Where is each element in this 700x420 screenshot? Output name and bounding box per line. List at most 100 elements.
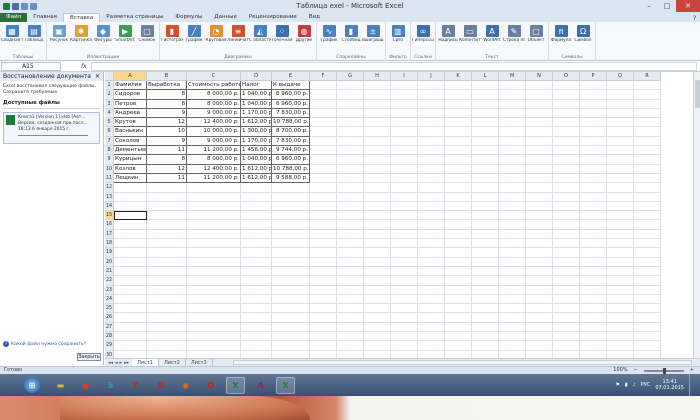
cell-h25[interactable] [364,304,391,314]
cell-a21[interactable] [114,266,147,277]
cell-p25[interactable] [580,304,607,314]
cell-n19[interactable] [526,248,553,258]
cell-h18[interactable] [364,239,391,249]
cell-d2[interactable]: 1 040,00 р. [241,90,272,100]
cell-l20[interactable] [472,257,499,267]
cell-d29[interactable] [241,341,272,351]
cell-g7[interactable] [337,136,364,147]
cell-k20[interactable] [445,257,472,267]
cell-f4[interactable] [310,108,337,119]
cell-l9[interactable] [472,155,499,165]
cell-a5[interactable]: Крутов [114,118,147,128]
cell-g29[interactable] [337,341,364,351]
cell-a13[interactable] [114,192,147,202]
cell-o3[interactable] [553,99,580,109]
cell-k10[interactable] [445,164,472,174]
cell-r30[interactable] [634,350,661,358]
column-header-m[interactable]: M [499,72,526,81]
cell-b8[interactable]: 11 [147,146,187,156]
clock[interactable]: 13:41 07.01.2015 [655,379,684,391]
row-header[interactable]: 21 [105,266,114,277]
cell-f14[interactable] [310,201,337,212]
cell-p27[interactable] [580,322,607,333]
cell-p23[interactable] [580,285,607,295]
cell-l3[interactable] [472,99,499,109]
cell-a6[interactable]: Васнькин [114,127,147,137]
cell-e30[interactable] [272,350,310,358]
cell-l8[interactable] [472,146,499,156]
cell-n5[interactable] [526,118,553,128]
cell-h16[interactable] [364,220,391,230]
cell-e29[interactable] [272,341,310,351]
cell-h6[interactable] [364,127,391,137]
cell-g1[interactable] [337,81,364,91]
row-header[interactable]: 25 [105,304,114,314]
cell-m16[interactable] [499,220,526,230]
row-header[interactable]: 14 [105,201,114,212]
cell-p29[interactable] [580,341,607,351]
cell-m28[interactable] [499,332,526,342]
cell-q7[interactable] [607,136,634,147]
cell-e4[interactable]: 7 830,00 р. [272,108,310,119]
row-header[interactable]: 4 [105,108,114,119]
cell-h3[interactable] [364,99,391,109]
cell-d20[interactable] [241,257,272,267]
cell-e28[interactable] [272,332,310,342]
cell-q14[interactable] [607,201,634,212]
cell-o8[interactable] [553,146,580,156]
excel-task-app-icon[interactable]: X [226,376,245,394]
cell-p9[interactable] [580,155,607,165]
column-header-i[interactable]: I [391,72,418,81]
show-desktop-button[interactable] [689,374,694,396]
cell-a1[interactable]: Фамилия [114,81,147,91]
cell-m21[interactable] [499,266,526,277]
cell-q19[interactable] [607,248,634,258]
cell-j12[interactable] [418,183,445,193]
cell-c10[interactable]: 12 400,00 р. [187,164,241,174]
help-icon[interactable]: ? [693,15,700,22]
cell-m25[interactable] [499,304,526,314]
network-icon[interactable]: ▮ [625,382,628,388]
cell-l11[interactable] [472,173,499,184]
cell-n13[interactable] [526,192,553,202]
cell-g25[interactable] [337,304,364,314]
cell-j21[interactable] [418,266,445,277]
cell-m7[interactable] [499,136,526,147]
cell-q8[interactable] [607,146,634,156]
shapes-button[interactable]: ◆ Фигуры [92,23,114,53]
cell-n4[interactable] [526,108,553,119]
cell-n21[interactable] [526,266,553,277]
column-chart-button[interactable]: ▮Гистограмма [161,23,183,53]
cell-f18[interactable] [310,239,337,249]
cell-m10[interactable] [499,164,526,174]
cell-i22[interactable] [391,276,418,286]
cell-a23[interactable] [114,285,147,295]
cell-q4[interactable] [607,108,634,119]
close-pane-icon[interactable]: ✕ [95,72,100,81]
cell-d21[interactable] [241,266,272,277]
cell-m12[interactable] [499,183,526,193]
cell-g20[interactable] [337,257,364,267]
cell-a9[interactable]: Курицын [114,155,147,165]
cell-r8[interactable] [634,146,661,156]
cell-c16[interactable] [187,220,241,230]
cell-r5[interactable] [634,118,661,128]
cell-h27[interactable] [364,322,391,333]
cell-d18[interactable] [241,239,272,249]
tab-0[interactable]: Файл [0,13,28,22]
cell-m15[interactable] [499,211,526,221]
cell-a20[interactable] [114,257,147,267]
cell-b27[interactable] [147,322,187,333]
cell-b7[interactable]: 9 [147,136,187,147]
cell-j7[interactable] [418,136,445,147]
cell-p7[interactable] [580,136,607,147]
cell-l29[interactable] [472,341,499,351]
cell-b24[interactable] [147,294,187,305]
cell-b20[interactable] [147,257,187,267]
formula-input[interactable] [90,61,697,71]
cell-j24[interactable] [418,294,445,305]
cell-r14[interactable] [634,201,661,212]
cell-o28[interactable] [553,332,580,342]
cell-q22[interactable] [607,276,634,286]
row-header[interactable]: 28 [105,332,114,342]
